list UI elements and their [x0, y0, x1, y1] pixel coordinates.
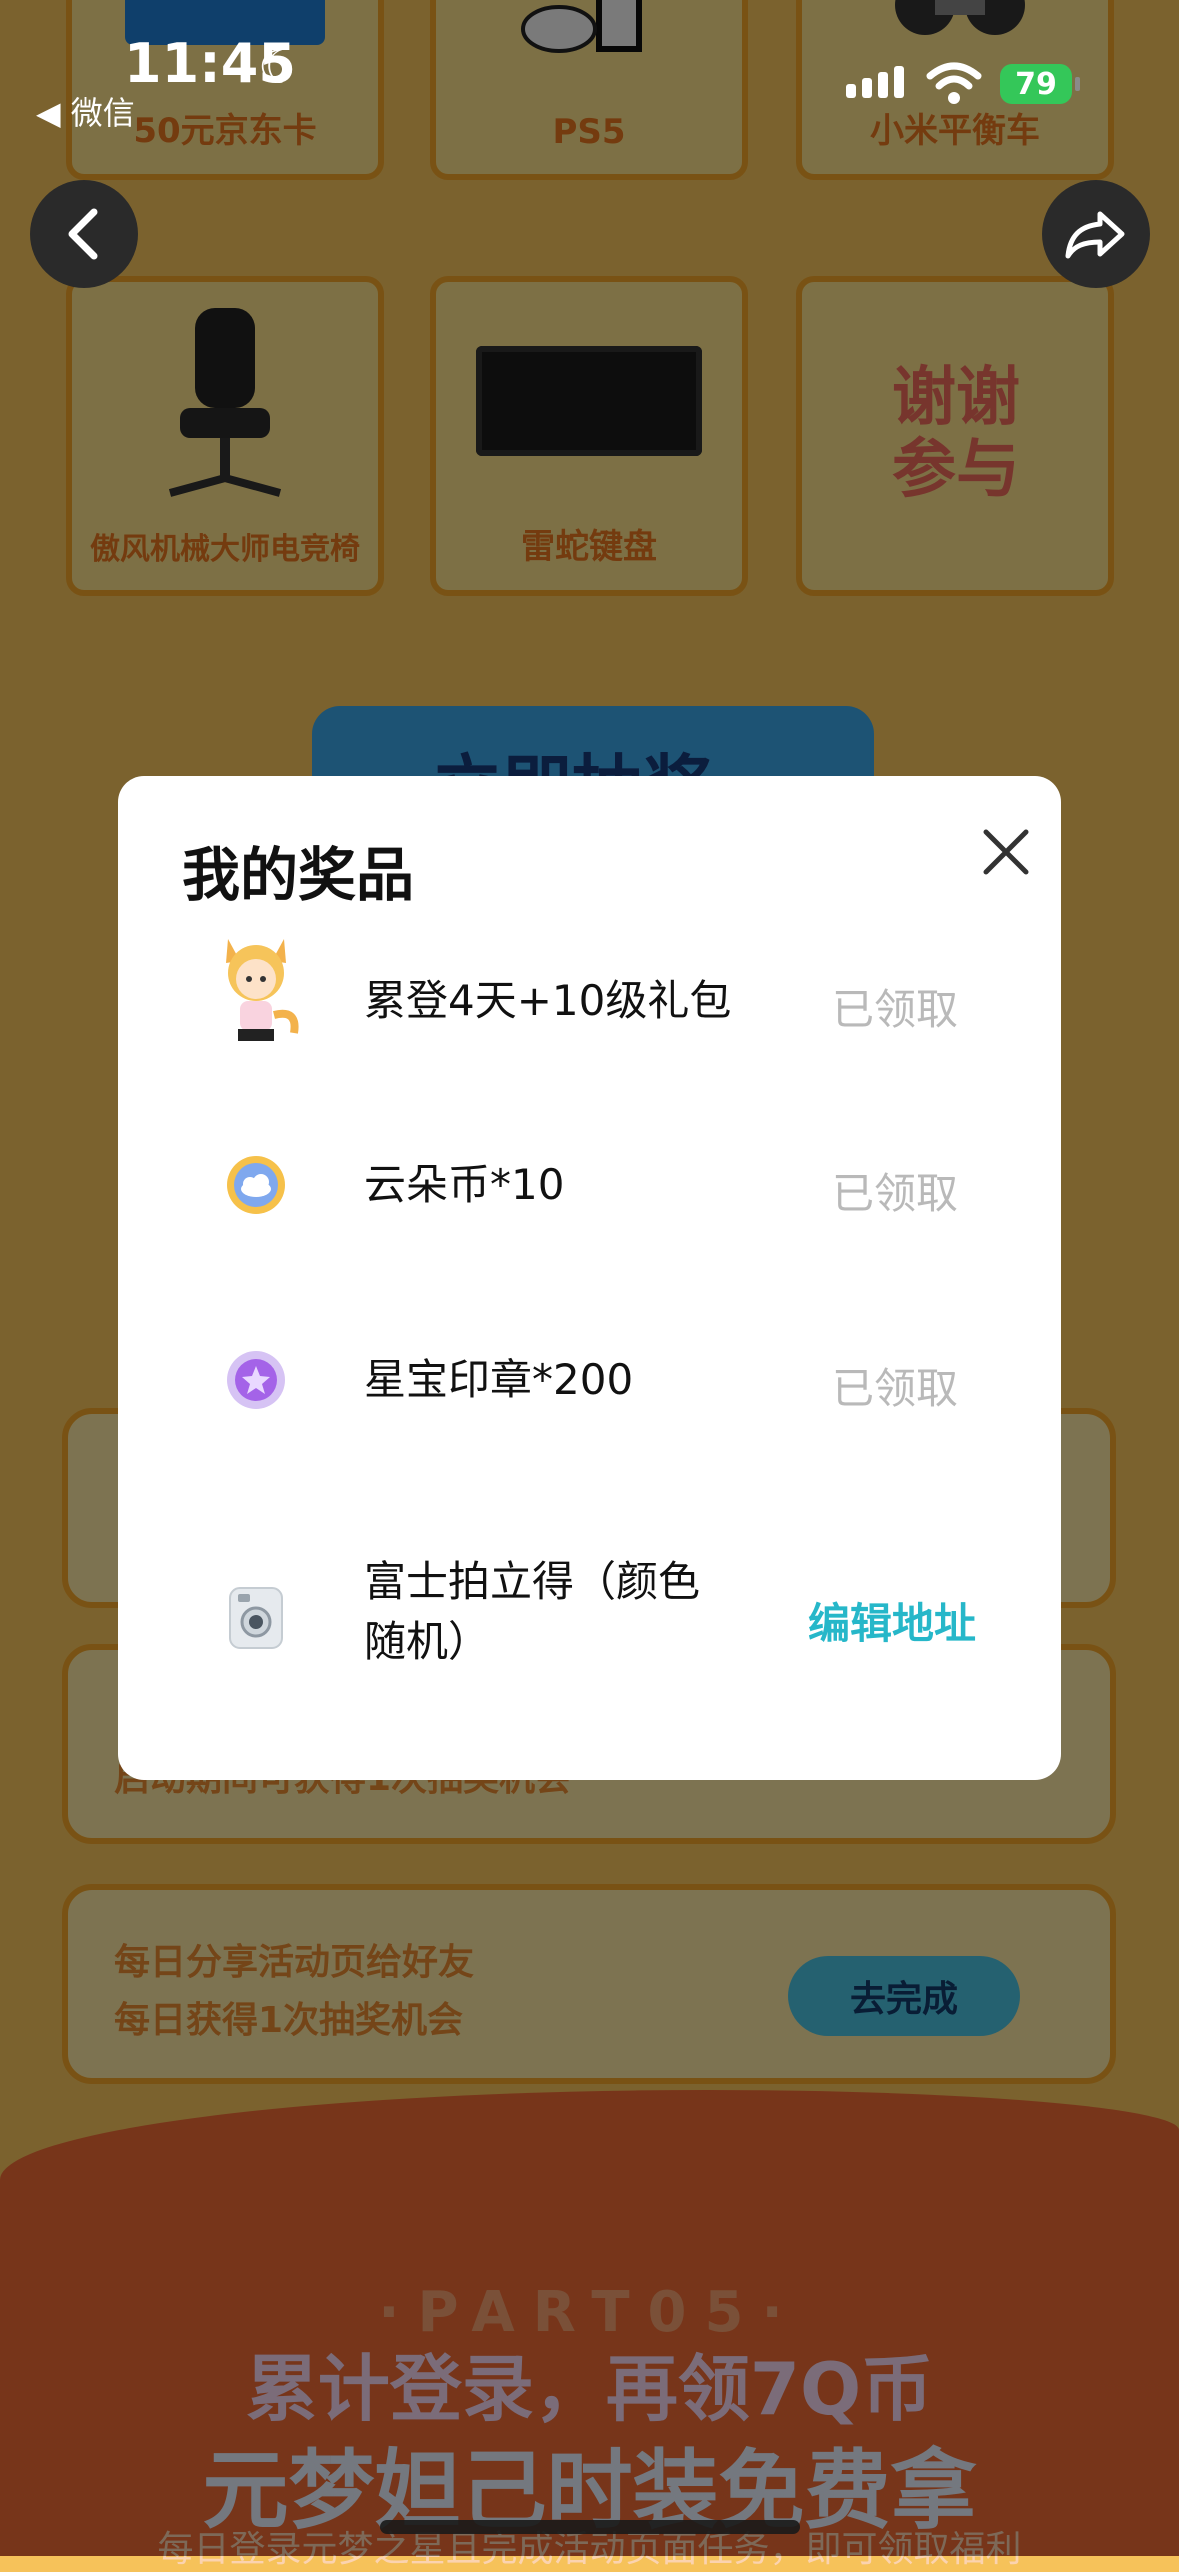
claimed-status: 已领取 — [832, 1169, 959, 1218]
prize-row: 富士拍立得（颜色 随机） 编辑地址 — [118, 1546, 1061, 1696]
cellular-signal-icon — [846, 66, 904, 98]
back-to-app-link[interactable]: ◀ 微信 — [36, 88, 135, 134]
prize-row: 累登4天+10级礼包 已领取 — [118, 926, 1061, 1076]
claimed-status: 已领取 — [832, 985, 959, 1034]
cloud-coin-icon — [208, 1137, 304, 1233]
prize-row: 云朵币*10 已领取 — [118, 1121, 1061, 1271]
character-gift-icon — [208, 939, 304, 1042]
star-stamp-icon — [208, 1332, 304, 1428]
back-button[interactable] — [30, 180, 138, 288]
close-icon — [983, 829, 1029, 875]
prize-row: 星宝印章*200 已领取 — [118, 1316, 1061, 1466]
battery-icon: 79 — [1000, 64, 1080, 104]
wifi-icon — [926, 62, 982, 110]
share-button[interactable] — [1042, 180, 1150, 288]
prize-name: 富士拍立得（颜色 随机） — [364, 1557, 701, 1666]
prize-name: 云朵币*10 — [364, 1160, 565, 1209]
chevron-left-icon — [68, 208, 98, 260]
my-prizes-dialog: 我的奖品 累登4天+10级礼包 已领取 云朵币*10 已领取 星宝印章*200 … — [118, 776, 1061, 1780]
moon-icon: ☾ — [258, 40, 300, 94]
prize-name: 累登4天+10级礼包 — [364, 976, 732, 1025]
prize-name: 星宝印章*200 — [364, 1355, 634, 1404]
close-button[interactable] — [970, 816, 1042, 888]
edit-address-button[interactable]: 编辑地址 — [808, 1590, 976, 1651]
claimed-status: 已领取 — [832, 1364, 959, 1413]
home-indicator[interactable] — [380, 2520, 800, 2534]
instant-camera-icon — [208, 1570, 304, 1666]
share-arrow-icon — [1065, 211, 1125, 259]
battery-level: 79 — [1015, 66, 1057, 102]
dialog-title: 我的奖品 — [182, 841, 415, 909]
